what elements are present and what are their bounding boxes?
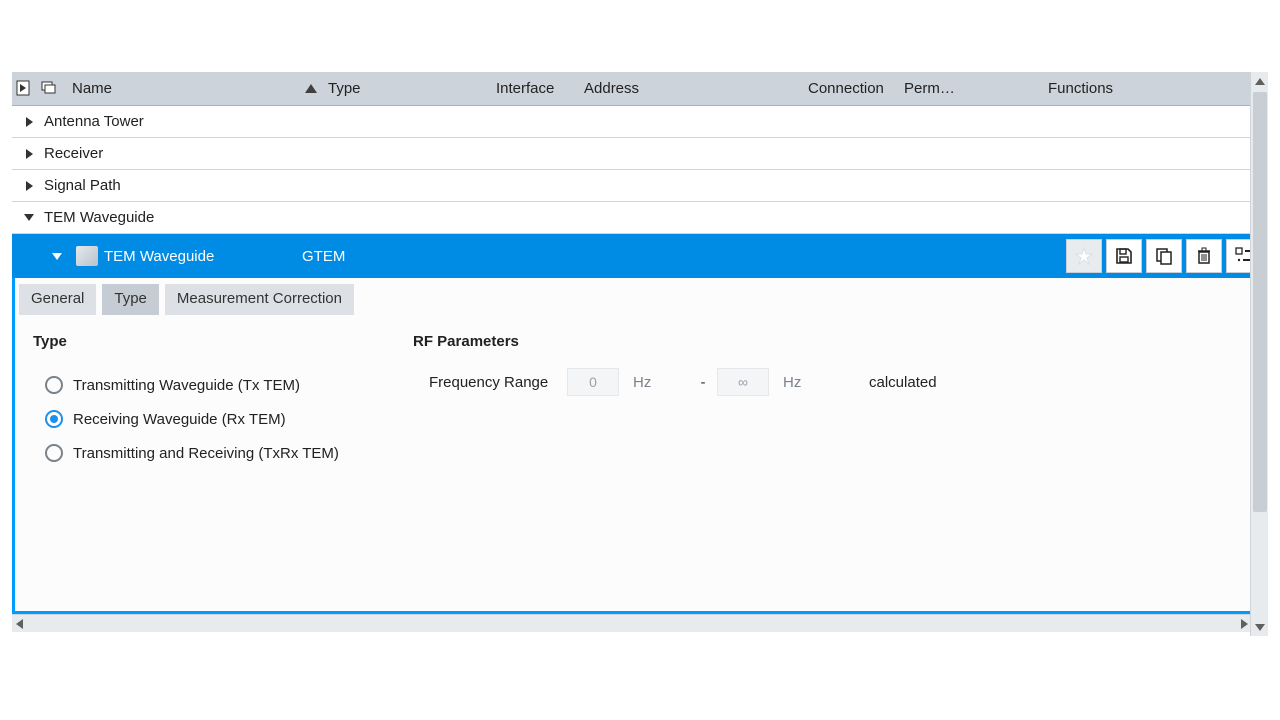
tab-type[interactable]: Type [102,284,159,315]
caret-right-icon[interactable] [20,181,38,191]
column-header-bar: Name Type Interface Address Connection P… [12,72,1268,106]
radio-label: Transmitting Waveguide (Tx TEM) [73,377,300,394]
radio-label: Receiving Waveguide (Rx TEM) [73,411,286,428]
type-heading: Type [33,333,413,350]
caret-right-icon[interactable] [20,149,38,159]
radio-icon[interactable] [45,410,63,428]
frequency-range-row: Frequency Range 0 Hz - ∞ Hz calculated [413,368,937,396]
tree-row[interactable]: Receiver [12,138,1268,170]
device-table-frame: Name Type Interface Address Connection P… [12,72,1268,632]
tree-row-label: TEM Waveguide [38,209,154,226]
rf-heading: RF Parameters [413,333,937,350]
copy-icon[interactable] [1146,239,1182,273]
col-header-interface[interactable]: Interface [496,72,584,105]
scroll-down-icon[interactable] [1251,618,1268,636]
radio-txrx-tem[interactable]: Transmitting and Receiving (TxRx TEM) [45,436,413,470]
caret-down-icon[interactable] [48,253,66,260]
caret-right-icon[interactable] [20,117,38,127]
tree-row[interactable]: Signal Path [12,170,1268,202]
tab-general[interactable]: General [19,284,96,315]
radio-icon[interactable] [45,376,63,394]
delete-icon[interactable] [1186,239,1222,273]
scroll-up-icon[interactable] [1251,72,1268,90]
tree-row-label: Receiver [38,145,103,162]
top-margin [0,0,1280,72]
tree-row-label: Signal Path [38,177,121,194]
col-header-address[interactable]: Address [584,72,808,105]
radio-rx-tem[interactable]: Receiving Waveguide (Rx TEM) [45,402,413,436]
radio-tx-tem[interactable]: Transmitting Waveguide (Tx TEM) [45,368,413,402]
rf-parameters-section: RF Parameters Frequency Range 0 Hz - ∞ H… [413,333,937,470]
device-icon [76,246,98,266]
freq-to-input[interactable]: ∞ [717,368,769,396]
freq-from-unit: Hz [633,374,689,391]
caret-down-icon[interactable] [20,214,38,221]
col-header-type[interactable]: Type [322,72,496,105]
selected-device-row[interactable]: TEM Waveguide GTEM [12,234,1268,278]
radio-label: Transmitting and Receiving (TxRx TEM) [73,445,339,462]
tab-bar: General Type Measurement Correction [15,278,1265,325]
type-section: Type Transmitting Waveguide (Tx TEM) Rec… [33,333,413,470]
tree-row[interactable]: Antenna Tower [12,106,1268,138]
range-dash: - [689,374,717,391]
radio-icon[interactable] [45,444,63,462]
horizontal-scrollbar[interactable] [12,614,1252,632]
save-icon[interactable] [1106,239,1142,273]
col-header-perm[interactable]: Perm… [904,72,1048,105]
scroll-left-icon[interactable] [16,619,23,629]
selected-device-type: GTEM [302,248,1066,265]
sort-indicator[interactable] [300,84,322,93]
freq-status: calculated [839,374,937,391]
row-toolbar [1066,239,1262,273]
star-icon[interactable] [1066,239,1102,273]
expand-all-icon[interactable] [16,79,36,99]
tree-row-label: Antenna Tower [38,113,144,130]
col-header-connection[interactable]: Connection [808,72,904,105]
freq-from-input[interactable]: 0 [567,368,619,396]
scroll-thumb[interactable] [1253,92,1267,512]
tree-row[interactable]: TEM Waveguide [12,202,1268,234]
freq-range-label: Frequency Range [413,374,567,391]
tab-measurement-correction[interactable]: Measurement Correction [165,284,354,315]
selected-device-name: TEM Waveguide [104,248,302,265]
freq-to-unit: Hz [783,374,839,391]
vertical-scrollbar[interactable] [1250,72,1268,636]
col-header-functions[interactable]: Functions [1048,72,1268,105]
scroll-right-icon[interactable] [1241,619,1248,629]
group-icon[interactable] [40,79,60,99]
col-header-name[interactable]: Name [64,72,300,105]
detail-panel: General Type Measurement Correction Type… [12,278,1268,614]
